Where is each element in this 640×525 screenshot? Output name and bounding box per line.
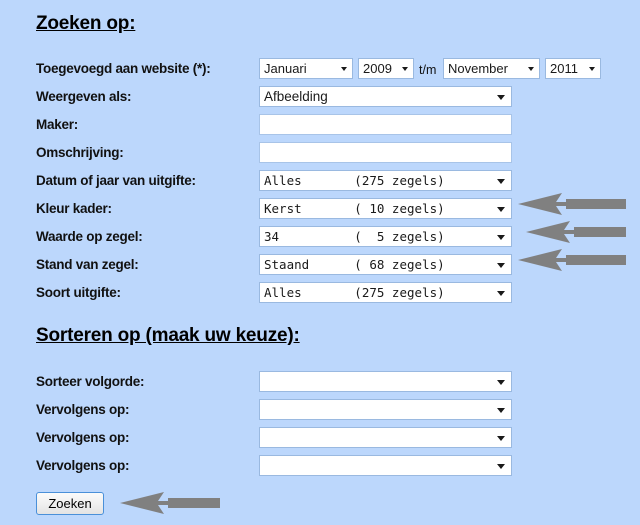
waarde-op-zegel-value: 34 ( 5 zegels) <box>264 229 445 244</box>
label-datum-of-jaar-van-uitgifte: Datum of jaar van uitgifte: <box>36 173 196 188</box>
label-kleur-kader: Kleur kader: <box>36 201 112 216</box>
search-section-heading: Zoeken op: <box>36 13 136 34</box>
maker-input[interactable] <box>259 114 512 135</box>
zoeken-submit-button[interactable]: Zoeken <box>36 492 104 515</box>
chevron-down-icon <box>497 407 505 413</box>
weergeven-als-value: Afbeelding <box>264 89 328 104</box>
label-weergeven-als: Weergeven als: <box>36 89 132 104</box>
to-month-select[interactable]: November <box>443 58 540 79</box>
to-year-value: 2011 <box>550 61 578 76</box>
row-omschrijving: Omschrijving: <box>0 142 640 164</box>
chevron-down-icon <box>341 66 347 71</box>
chevron-down-icon <box>589 66 595 71</box>
chevron-down-icon <box>497 262 505 268</box>
row-toegevoegd-aan-website: Toegevoegd aan website (*): Januari 2009… <box>0 58 640 80</box>
vervolgens-op-2-select[interactable] <box>259 427 512 448</box>
from-year-select[interactable]: 2009 <box>358 58 414 79</box>
chevron-down-icon <box>497 94 505 100</box>
chevron-down-icon <box>497 178 505 184</box>
to-month-value: November <box>448 61 508 76</box>
row-maker: Maker: <box>0 114 640 136</box>
stand-van-zegel-select[interactable]: Staand ( 68 zegels) <box>259 254 512 275</box>
label-vervolgens-op-1: Vervolgens op: <box>36 402 130 417</box>
label-vervolgens-op-2: Vervolgens op: <box>36 430 130 445</box>
from-month-select[interactable]: Januari <box>259 58 353 79</box>
annotation-arrow-left-icon-4 <box>120 492 220 514</box>
kleur-kader-value: Kerst ( 10 zegels) <box>264 201 445 216</box>
row-waarde-op-zegel: Waarde op zegel: 34 ( 5 zegels) <box>0 226 640 248</box>
from-year-value: 2009 <box>363 61 392 76</box>
datum-of-jaar-select[interactable]: Alles (275 zegels) <box>259 170 512 191</box>
row-sorteer-volgorde: Sorteer volgorde: <box>0 371 640 393</box>
label-sorteer-volgorde: Sorteer volgorde: <box>36 374 145 389</box>
weergeven-als-select[interactable]: Afbeelding <box>259 86 512 107</box>
label-waarde-op-zegel: Waarde op zegel: <box>36 229 143 244</box>
vervolgens-op-3-select[interactable] <box>259 455 512 476</box>
chevron-down-icon <box>497 463 505 469</box>
label-stand-van-zegel: Stand van zegel: <box>36 257 139 272</box>
range-separator: t/m <box>419 63 437 77</box>
chevron-down-icon <box>497 435 505 441</box>
row-vervolgens-op-3: Vervolgens op: <box>0 455 640 477</box>
chevron-down-icon <box>497 234 505 240</box>
row-kleur-kader: Kleur kader: Kerst ( 10 zegels) <box>0 198 640 220</box>
soort-uitgifte-select[interactable]: Alles (275 zegels) <box>259 282 512 303</box>
chevron-down-icon <box>528 66 534 71</box>
label-vervolgens-op-3: Vervolgens op: <box>36 458 130 473</box>
waarde-op-zegel-select[interactable]: 34 ( 5 zegels) <box>259 226 512 247</box>
soort-uitgifte-value: Alles (275 zegels) <box>264 285 445 300</box>
search-form-page: Zoeken op: Toegevoegd aan website (*): J… <box>0 0 640 525</box>
vervolgens-op-1-select[interactable] <box>259 399 512 420</box>
kleur-kader-select[interactable]: Kerst ( 10 zegels) <box>259 198 512 219</box>
from-month-value: Januari <box>264 61 307 76</box>
row-stand-van-zegel: Stand van zegel: Staand ( 68 zegels) <box>0 254 640 276</box>
chevron-down-icon <box>497 206 505 212</box>
sort-section-heading: Sorteren op (maak uw keuze): <box>36 325 300 346</box>
omschrijving-input[interactable] <box>259 142 512 163</box>
chevron-down-icon <box>497 290 505 296</box>
sorteer-volgorde-select[interactable] <box>259 371 512 392</box>
row-weergeven-als: Weergeven als: Afbeelding <box>0 86 640 108</box>
to-year-select[interactable]: 2011 <box>545 58 601 79</box>
chevron-down-icon <box>497 379 505 385</box>
row-datum-of-jaar-van-uitgifte: Datum of jaar van uitgifte: Alles (275 z… <box>0 170 640 192</box>
stand-van-zegel-value: Staand ( 68 zegels) <box>264 257 445 272</box>
chevron-down-icon <box>402 66 408 71</box>
label-toegevoegd-aan-website: Toegevoegd aan website (*): <box>36 61 211 76</box>
row-soort-uitgifte: Soort uitgifte: Alles (275 zegels) <box>0 282 640 304</box>
row-vervolgens-op-1: Vervolgens op: <box>0 399 640 421</box>
label-omschrijving: Omschrijving: <box>36 145 124 160</box>
row-vervolgens-op-2: Vervolgens op: <box>0 427 640 449</box>
label-soort-uitgifte: Soort uitgifte: <box>36 285 121 300</box>
datum-of-jaar-value: Alles (275 zegels) <box>264 173 445 188</box>
label-maker: Maker: <box>36 117 79 132</box>
